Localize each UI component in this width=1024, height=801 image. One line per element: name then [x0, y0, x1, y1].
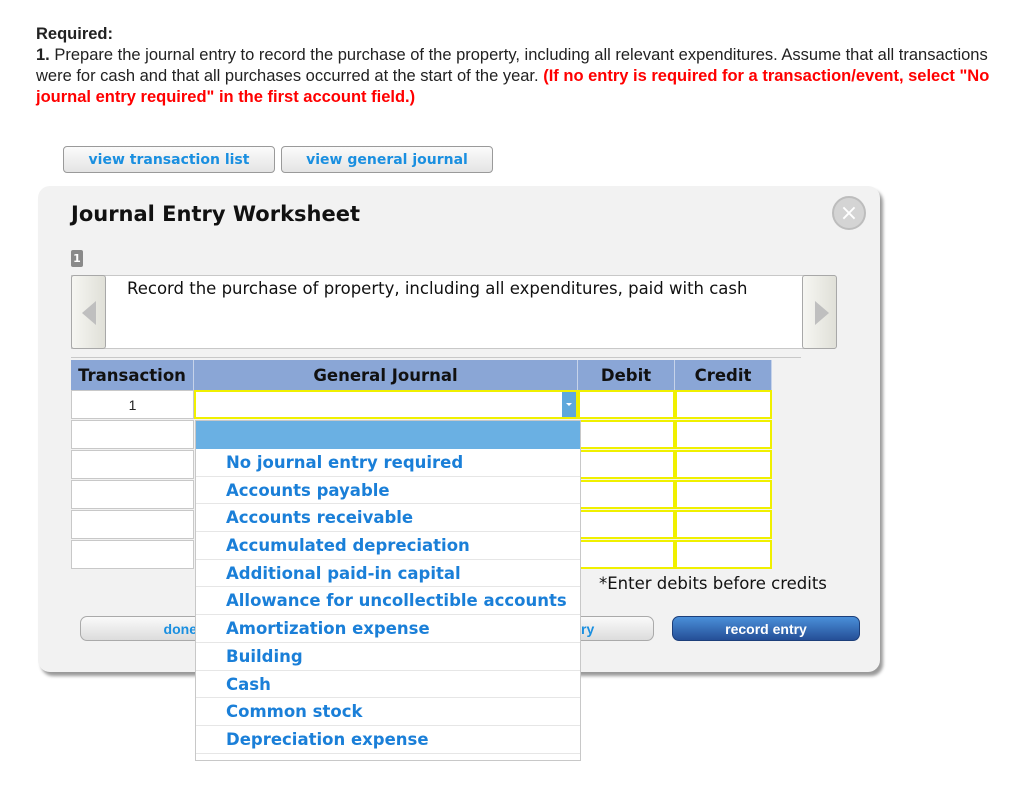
dropdown-option[interactable]: Depreciation expense	[196, 726, 580, 754]
next-button[interactable]	[802, 275, 837, 349]
transaction-cell	[71, 510, 194, 539]
record-entry-button[interactable]: record entry	[672, 616, 860, 641]
dropdown-option[interactable]: Cash	[196, 671, 580, 699]
dropdown-option[interactable]: Common stock	[196, 698, 580, 726]
column-header-transaction: Transaction	[71, 360, 194, 390]
instructions-text: 1. Prepare the journal entry to record t…	[36, 45, 996, 108]
credit-input[interactable]	[675, 540, 772, 569]
view-transaction-list-button[interactable]: view transaction list	[63, 146, 275, 173]
account-select[interactable]	[194, 390, 578, 419]
chevron-left-icon	[82, 301, 96, 325]
dropdown-option[interactable]: Equipment	[196, 754, 580, 760]
divider	[71, 357, 801, 358]
account-dropdown-list[interactable]: No journal entry required Accounts payab…	[195, 420, 581, 761]
transaction-cell	[71, 420, 194, 449]
worksheet-title: Journal Entry Worksheet	[71, 202, 361, 226]
debits-before-credits-note: *Enter debits before credits	[599, 574, 827, 593]
transaction-cell	[71, 450, 194, 479]
dropdown-option[interactable]: Accounts receivable	[196, 504, 580, 533]
credit-input[interactable]	[675, 450, 772, 479]
chevron-right-icon	[815, 301, 829, 325]
transaction-description-box: Record the purchase of property, includi…	[71, 275, 837, 349]
dropdown-arrow-icon[interactable]	[562, 392, 576, 417]
view-general-journal-button[interactable]: view general journal	[281, 146, 493, 173]
column-header-credit: Credit	[675, 360, 772, 390]
previous-button[interactable]	[71, 275, 106, 349]
instructions: Required: 1. Prepare the journal entry t…	[36, 24, 996, 108]
credit-input[interactable]	[675, 480, 772, 509]
dropdown-option[interactable]: Accounts payable	[196, 477, 580, 505]
credit-input[interactable]	[675, 420, 772, 449]
transaction-cell	[71, 540, 194, 569]
required-heading: Required:	[36, 25, 114, 43]
dropdown-option[interactable]: Allowance for uncollectible accounts	[196, 587, 580, 616]
dropdown-selected-option[interactable]	[196, 421, 580, 449]
column-header-general-journal: General Journal	[194, 360, 578, 390]
column-header-debit: Debit	[578, 360, 675, 390]
transaction-cell	[71, 480, 194, 509]
dropdown-option[interactable]: No journal entry required	[196, 449, 580, 477]
credit-input[interactable]	[675, 510, 772, 539]
debit-input[interactable]	[578, 510, 675, 539]
credit-input[interactable]	[675, 390, 772, 419]
transaction-description: Record the purchase of property, includi…	[127, 279, 748, 298]
debit-input[interactable]	[578, 420, 675, 449]
debit-input[interactable]	[578, 390, 675, 419]
page-number-badge: 1	[71, 250, 83, 267]
debit-input[interactable]	[578, 450, 675, 479]
dropdown-option[interactable]: Building	[196, 643, 580, 671]
debit-input[interactable]	[578, 480, 675, 509]
dropdown-option[interactable]: Additional paid-in capital	[196, 560, 580, 588]
debit-input[interactable]	[578, 540, 675, 569]
dropdown-option[interactable]: Accumulated depreciation	[196, 532, 580, 560]
close-icon[interactable]: ×	[832, 196, 866, 230]
item-number: 1.	[36, 46, 50, 64]
dropdown-option[interactable]: Amortization expense	[196, 615, 580, 643]
transaction-cell: 1	[71, 390, 194, 419]
